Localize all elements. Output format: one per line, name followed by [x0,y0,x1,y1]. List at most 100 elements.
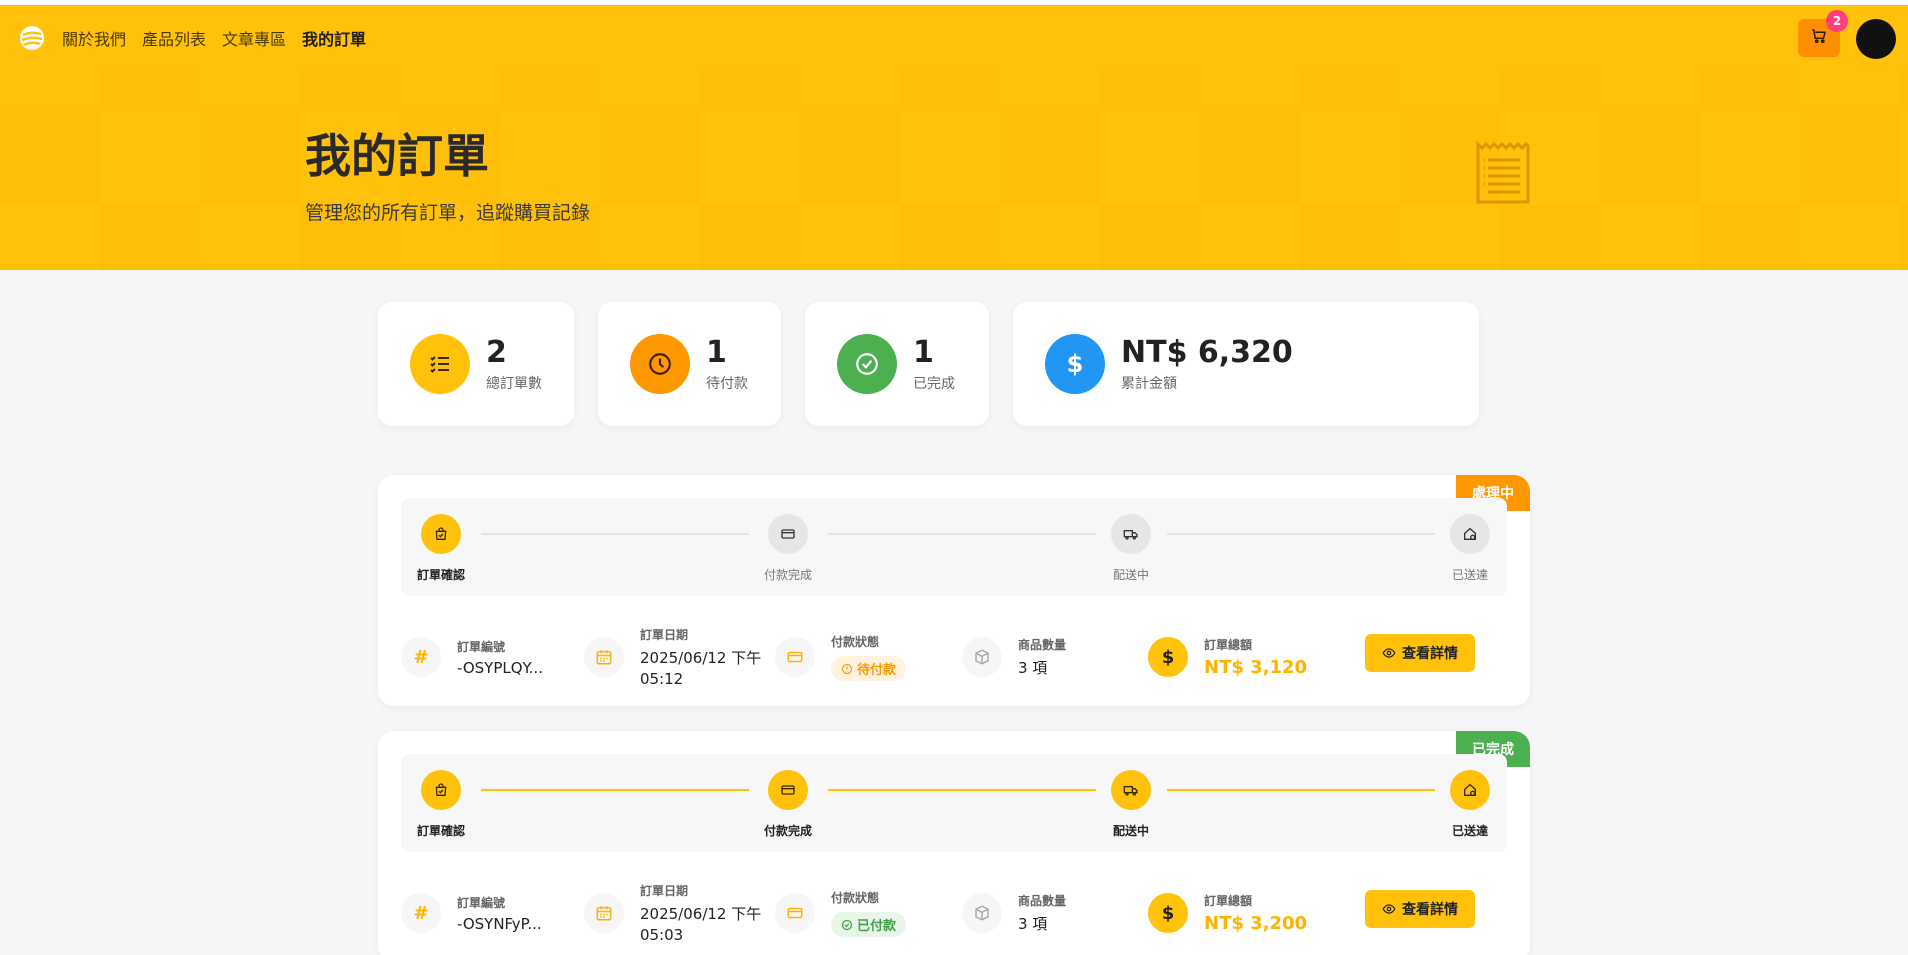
order-date: 訂單日期 2025/06/12 下午 05:03 [584,863,761,955]
receipt-icon [1470,140,1536,210]
order-total: $ 訂單總額 NT$ 3,120 [1148,607,1307,706]
order-time-value: 05:03 [640,926,684,944]
user-avatar[interactable] [1856,19,1896,59]
info-label: 商品數量 [1018,638,1067,652]
info-label: 訂單總額 [1204,638,1253,652]
list-check-icon [410,334,470,394]
top-strip [0,0,1908,5]
box-icon [962,893,1002,933]
order-number-value: -OSYPLQY... [457,658,543,677]
progress-line [828,789,1096,791]
order-date: 訂單日期 2025/06/12 下午 05:12 [584,607,761,706]
nav-about[interactable]: 關於我們 [62,26,126,50]
info-label: 訂單日期 [640,884,689,898]
order-total-value: NT$ 3,120 [1204,657,1308,678]
payment-status-text: 待付款 [857,663,897,678]
step-label: 已送達 [1451,568,1488,582]
stat-label: 待付款 [706,375,748,392]
progress-line [481,533,749,535]
info-label: 付款狀態 [831,635,880,649]
info-label: 訂單總額 [1204,894,1253,908]
step-delivered: 已送達 [1430,514,1510,583]
payment-status: 付款狀態 待付款 [775,607,907,706]
alert-icon [841,663,853,674]
cart-icon [1810,27,1828,49]
order-progress: 訂單確認 付款完成 配送中 已送達 [401,498,1507,596]
info-label: 商品數量 [1018,894,1067,908]
order-card: 已完成 訂單確認 付款完成 配送中 已送達 # 訂單編號 -OSYNFyP...… [378,731,1530,955]
progress-line [1167,533,1435,535]
stat-label: 已完成 [913,375,955,392]
progress-line [481,789,749,791]
stat-card-completed: 1 已完成 [805,302,989,426]
progress-line [828,533,1096,535]
step-shipping: 配送中 [1091,770,1171,839]
payment-status-badge: 已付款 [831,912,907,937]
info-label: 訂單編號 [457,895,506,910]
shopping-bag-icon [421,514,461,554]
clock-icon [630,334,690,394]
box-icon [962,637,1002,677]
stat-value: 1 [913,334,934,370]
step-payment-completed: 付款完成 [748,514,828,583]
stat-label: 累計金額 [1121,375,1177,392]
stat-label: 總訂單數 [486,375,542,392]
info-label: 付款狀態 [831,891,880,905]
step-label: 付款完成 [763,824,812,838]
top-navbar: 關於我們 產品列表 文章專區 我的訂單 2 [0,5,1908,71]
nav-my-orders[interactable]: 我的訂單 [302,26,366,50]
step-label: 訂單確認 [416,568,465,582]
check-circle-icon [837,334,897,394]
stat-value: 1 [706,334,727,370]
order-number: # 訂單編號 -OSYPLQY... [401,607,543,706]
dollar-icon: $ [1148,893,1188,933]
cart-count-badge: 2 [1826,10,1848,32]
nav-products[interactable]: 產品列表 [142,26,206,50]
truck-icon [1111,770,1151,810]
dollar-icon: $ [1148,637,1188,677]
nav-articles[interactable]: 文章專區 [222,26,286,50]
stat-card-total: 2 總訂單數 [378,302,574,426]
payment-status-text: 已付款 [857,919,897,934]
calendar-icon [584,893,624,933]
order-time-value: 05:12 [640,670,684,688]
view-details-button[interactable]: 查看詳情 [1365,890,1475,928]
eye-icon [1382,904,1396,914]
progress-line [1167,789,1435,791]
view-details-label: 查看詳情 [1402,646,1458,662]
home-check-icon [1450,514,1490,554]
shopping-bag-icon [421,770,461,810]
check-circle-icon [841,919,853,930]
step-label: 配送中 [1112,568,1149,582]
order-total: $ 訂單總額 NT$ 3,200 [1148,863,1307,955]
item-quantity-value: 3 項 [1018,915,1048,933]
step-delivered: 已送達 [1430,770,1510,839]
order-date-value: 2025/06/12 下午 [640,649,762,667]
step-label: 付款完成 [763,568,812,582]
stat-value: NT$ 6,320 [1121,334,1293,370]
view-details-label: 查看詳情 [1402,902,1458,918]
dollar-icon: $ [1045,334,1105,394]
step-label: 配送中 [1112,824,1149,838]
step-label: 已送達 [1451,824,1488,838]
cart-button[interactable]: 2 [1798,10,1848,57]
home-check-icon [1450,770,1490,810]
truck-icon [1111,514,1151,554]
view-details-button[interactable]: 查看詳情 [1365,634,1475,672]
order-number: # 訂單編號 -OSYNFyP... [401,863,542,955]
credit-card-icon [768,770,808,810]
page-subtitle: 管理您的所有訂單，追蹤購買記錄 [305,202,591,224]
main-nav: 關於我們 產品列表 文章專區 我的訂單 [62,26,366,50]
calendar-icon [584,637,624,677]
info-label: 訂單日期 [640,628,689,642]
order-total-value: NT$ 3,200 [1204,913,1308,934]
step-order-confirmed: 訂單確認 [401,514,481,583]
step-label: 訂單確認 [416,824,465,838]
brand-logo[interactable] [18,24,46,52]
stat-card-pending: 1 待付款 [598,302,781,426]
hash-icon: # [401,893,441,933]
step-shipping: 配送中 [1091,514,1171,583]
info-label: 訂單編號 [457,639,506,654]
item-quantity: 商品數量 3 項 [962,863,1066,955]
payment-status: 付款狀態 已付款 [775,863,907,955]
